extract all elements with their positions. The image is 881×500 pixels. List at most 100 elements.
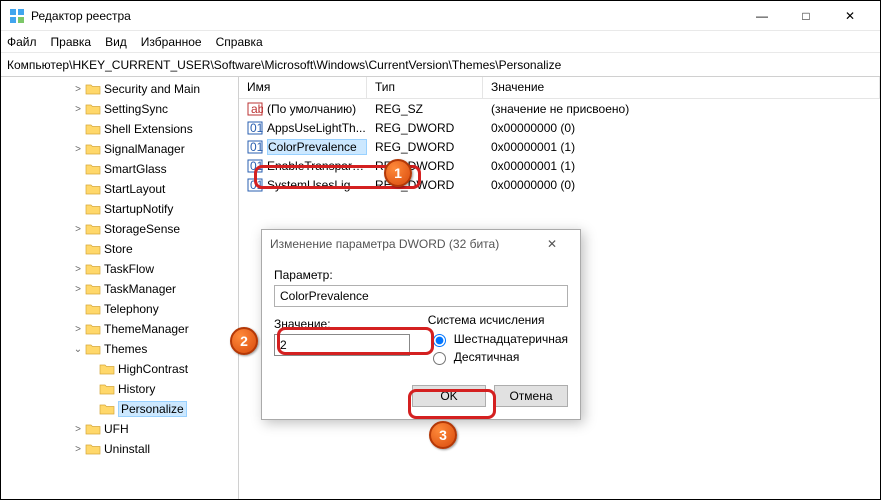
tree-label: SmartGlass xyxy=(104,162,167,176)
tree-caret-icon[interactable]: > xyxy=(71,284,85,295)
folder-icon xyxy=(85,422,101,436)
radio-dec[interactable]: Десятичная xyxy=(428,349,568,365)
value-type: REG_DWORD xyxy=(367,159,483,173)
tree-item[interactable]: StartLayout xyxy=(1,179,238,199)
value-data: (значение не присвоено) xyxy=(483,102,880,116)
maximize-button[interactable]: □ xyxy=(784,2,828,30)
tree-item[interactable]: Personalize xyxy=(1,399,238,419)
folder-icon xyxy=(85,222,101,236)
tree-item[interactable]: ⌄ Themes xyxy=(1,339,238,359)
minimize-button[interactable]: — xyxy=(740,2,784,30)
folder-icon xyxy=(85,342,101,356)
folder-icon xyxy=(85,182,101,196)
dialog-title-text: Изменение параметра DWORD (32 бита) xyxy=(270,237,499,251)
folder-icon xyxy=(85,122,101,136)
value-input[interactable] xyxy=(274,334,410,356)
tree-item[interactable]: Shell Extensions xyxy=(1,119,238,139)
value-row[interactable]: 011ColorPrevalenceREG_DWORD0x00000001 (1… xyxy=(239,137,880,156)
svg-text:ab: ab xyxy=(251,102,263,116)
tree-label: HighContrast xyxy=(118,362,188,376)
value-label: Значение: xyxy=(274,317,410,331)
value-row[interactable]: 011EnableTranspare...REG_DWORD0x00000001… xyxy=(239,156,880,175)
tree-item[interactable]: > StorageSense xyxy=(1,219,238,239)
list-header: Имя Тип Значение xyxy=(239,77,880,99)
tree-item[interactable]: > Security and Main xyxy=(1,79,238,99)
menu-favorites[interactable]: Избранное xyxy=(141,35,202,49)
tree-item[interactable]: > ThemeManager xyxy=(1,319,238,339)
folder-icon xyxy=(99,402,115,416)
folder-icon xyxy=(85,442,101,456)
value-row[interactable]: 011SystemUsesLigh...REG_DWORD0x00000000 … xyxy=(239,175,880,194)
value-row[interactable]: ab(По умолчанию)REG_SZ(значение не присв… xyxy=(239,99,880,118)
tree-item[interactable]: >SignalManager xyxy=(1,139,238,159)
folder-icon xyxy=(85,162,101,176)
tree-label: Uninstall xyxy=(104,442,150,456)
binary-value-icon: 011 xyxy=(247,120,263,136)
close-button[interactable]: ✕ xyxy=(828,2,872,30)
tree-caret-icon[interactable]: > xyxy=(71,444,85,455)
menu-help[interactable]: Справка xyxy=(216,35,263,49)
tree-caret-icon[interactable]: > xyxy=(71,324,85,335)
tree-item[interactable]: Store xyxy=(1,239,238,259)
menu-view[interactable]: Вид xyxy=(105,35,127,49)
tree-item[interactable]: History xyxy=(1,379,238,399)
folder-icon xyxy=(99,382,115,396)
menu-edit[interactable]: Правка xyxy=(51,35,92,49)
string-value-icon: ab xyxy=(247,101,263,117)
value-type: REG_SZ xyxy=(367,102,483,116)
tree-item[interactable]: SmartGlass xyxy=(1,159,238,179)
tree-label: StartLayout xyxy=(104,182,165,196)
dialog-titlebar[interactable]: Изменение параметра DWORD (32 бита) ✕ xyxy=(262,230,580,258)
tree-label: StorageSense xyxy=(104,222,180,236)
radio-dec-input[interactable] xyxy=(433,352,446,365)
tree-pane[interactable]: > Security and Main >SettingSyncShell Exte… xyxy=(1,77,239,499)
titlebar: Редактор реестра — □ ✕ xyxy=(1,1,880,31)
tree-item[interactable]: > TaskFlow xyxy=(1,259,238,279)
svg-text:011: 011 xyxy=(250,140,263,154)
tree-item[interactable]: Telephony xyxy=(1,299,238,319)
tree-label: Themes xyxy=(104,342,147,356)
ok-button[interactable]: OK xyxy=(412,385,486,407)
col-type[interactable]: Тип xyxy=(367,77,483,98)
address-text: Компьютер\HKEY_CURRENT_USER\Software\Mic… xyxy=(7,58,561,72)
tree-label: TaskFlow xyxy=(104,262,154,276)
tree-label: TaskManager xyxy=(104,282,176,296)
value-name: ColorPrevalence xyxy=(267,139,367,155)
col-name[interactable]: Имя xyxy=(239,77,367,98)
value-row[interactable]: 011AppsUseLightTh...REG_DWORD0x00000000 … xyxy=(239,118,880,137)
radio-hex-input[interactable] xyxy=(433,334,446,347)
tree-label: Security and Main xyxy=(104,82,200,96)
tree-caret-icon[interactable]: > xyxy=(71,104,85,115)
value-name: SystemUsesLigh... xyxy=(267,178,367,192)
tree-caret-icon[interactable]: > xyxy=(71,264,85,275)
tree-caret-icon[interactable]: ⌄ xyxy=(71,344,85,355)
menu-file[interactable]: Файл xyxy=(7,35,37,49)
radio-hex[interactable]: Шестнадцатеричная xyxy=(428,331,568,347)
value-data: 0x00000001 (1) xyxy=(483,140,880,154)
tree-caret-icon[interactable]: > xyxy=(71,144,85,155)
tree-item[interactable]: > Uninstall xyxy=(1,439,238,459)
tree-item[interactable]: StartupNotify xyxy=(1,199,238,219)
folder-icon xyxy=(85,302,101,316)
tree-item[interactable]: HighContrast xyxy=(1,359,238,379)
binary-value-icon: 011 xyxy=(247,158,263,174)
folder-icon xyxy=(85,282,101,296)
tree-label: UFH xyxy=(104,422,129,436)
base-label: Система исчисления xyxy=(428,313,568,327)
col-value[interactable]: Значение xyxy=(483,77,880,98)
param-field: ColorPrevalence xyxy=(274,285,568,307)
tree-caret-icon[interactable]: > xyxy=(71,224,85,235)
svg-text:011: 011 xyxy=(250,178,263,192)
address-bar[interactable]: Компьютер\HKEY_CURRENT_USER\Software\Mic… xyxy=(1,53,880,77)
tree-item[interactable]: >SettingSync xyxy=(1,99,238,119)
tree-caret-icon[interactable]: > xyxy=(71,424,85,435)
tree-item[interactable]: > TaskManager xyxy=(1,279,238,299)
cancel-button[interactable]: Отмена xyxy=(494,385,568,407)
folder-icon xyxy=(99,362,115,376)
tree-item[interactable]: > UFH xyxy=(1,419,238,439)
dialog-close-button[interactable]: ✕ xyxy=(532,237,572,251)
tree-caret-icon[interactable]: > xyxy=(71,84,85,95)
app-icon xyxy=(9,8,25,24)
tree-label: ThemeManager xyxy=(104,322,189,336)
menubar: Файл Правка Вид Избранное Справка xyxy=(1,31,880,53)
